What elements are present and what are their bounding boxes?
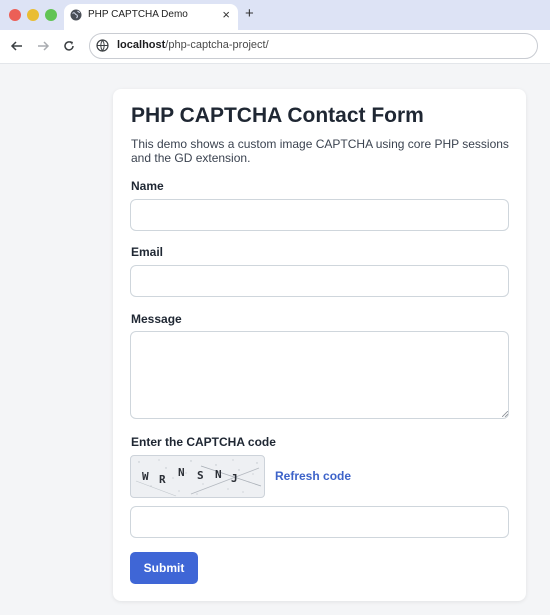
page-title: PHP CAPTCHA Contact Form [131, 104, 424, 127]
captcha-char: N [215, 468, 222, 481]
forward-arrow-icon[interactable] [36, 39, 50, 53]
captcha-char: N [178, 466, 185, 479]
email-label: Email [131, 245, 164, 259]
name-label: Name [131, 179, 164, 193]
maximize-window-button[interactable] [45, 9, 57, 21]
close-window-button[interactable] [9, 9, 21, 21]
resize-handle-icon[interactable] [502, 411, 508, 417]
message-label: Message [131, 312, 182, 326]
tab-title: PHP CAPTCHA Demo [88, 9, 188, 20]
url-text: localhost/php-captcha-project/ [117, 39, 269, 51]
captcha-char: W [142, 470, 149, 483]
captcha-image: W R N S N J [130, 455, 265, 498]
captcha-label: Enter the CAPTCHA code [131, 435, 276, 449]
url-path: /php-captcha-project/ [165, 39, 269, 51]
contact-form-card: PHP CAPTCHA Contact Form This demo shows… [113, 89, 526, 601]
email-field[interactable] [130, 265, 509, 297]
address-bar[interactable]: localhost/php-captcha-project/ [89, 33, 538, 59]
browser-tab[interactable]: PHP CAPTCHA Demo × [64, 4, 238, 30]
globe-icon [70, 9, 82, 21]
new-tab-button[interactable]: + [245, 5, 254, 22]
back-arrow-icon[interactable] [10, 39, 24, 53]
browser-titlebar: PHP CAPTCHA Demo × + [0, 0, 550, 30]
browser-toolbar: localhost/php-captcha-project/ [0, 30, 550, 64]
captcha-char: R [159, 473, 166, 486]
minimize-window-button[interactable] [27, 9, 39, 21]
captcha-char: S [197, 469, 204, 482]
captcha-input[interactable] [130, 506, 509, 538]
tab-close-icon[interactable]: × [222, 7, 230, 22]
url-host: localhost [117, 39, 166, 51]
submit-button[interactable]: Submit [130, 552, 198, 584]
captcha-char: J [231, 472, 238, 485]
site-info-icon[interactable] [96, 39, 109, 52]
refresh-captcha-link[interactable]: Refresh code [275, 469, 351, 483]
reload-icon[interactable] [62, 39, 76, 53]
name-field[interactable] [130, 199, 509, 231]
page-description: This demo shows a custom image CAPTCHA u… [131, 137, 509, 165]
message-field[interactable] [130, 331, 509, 419]
